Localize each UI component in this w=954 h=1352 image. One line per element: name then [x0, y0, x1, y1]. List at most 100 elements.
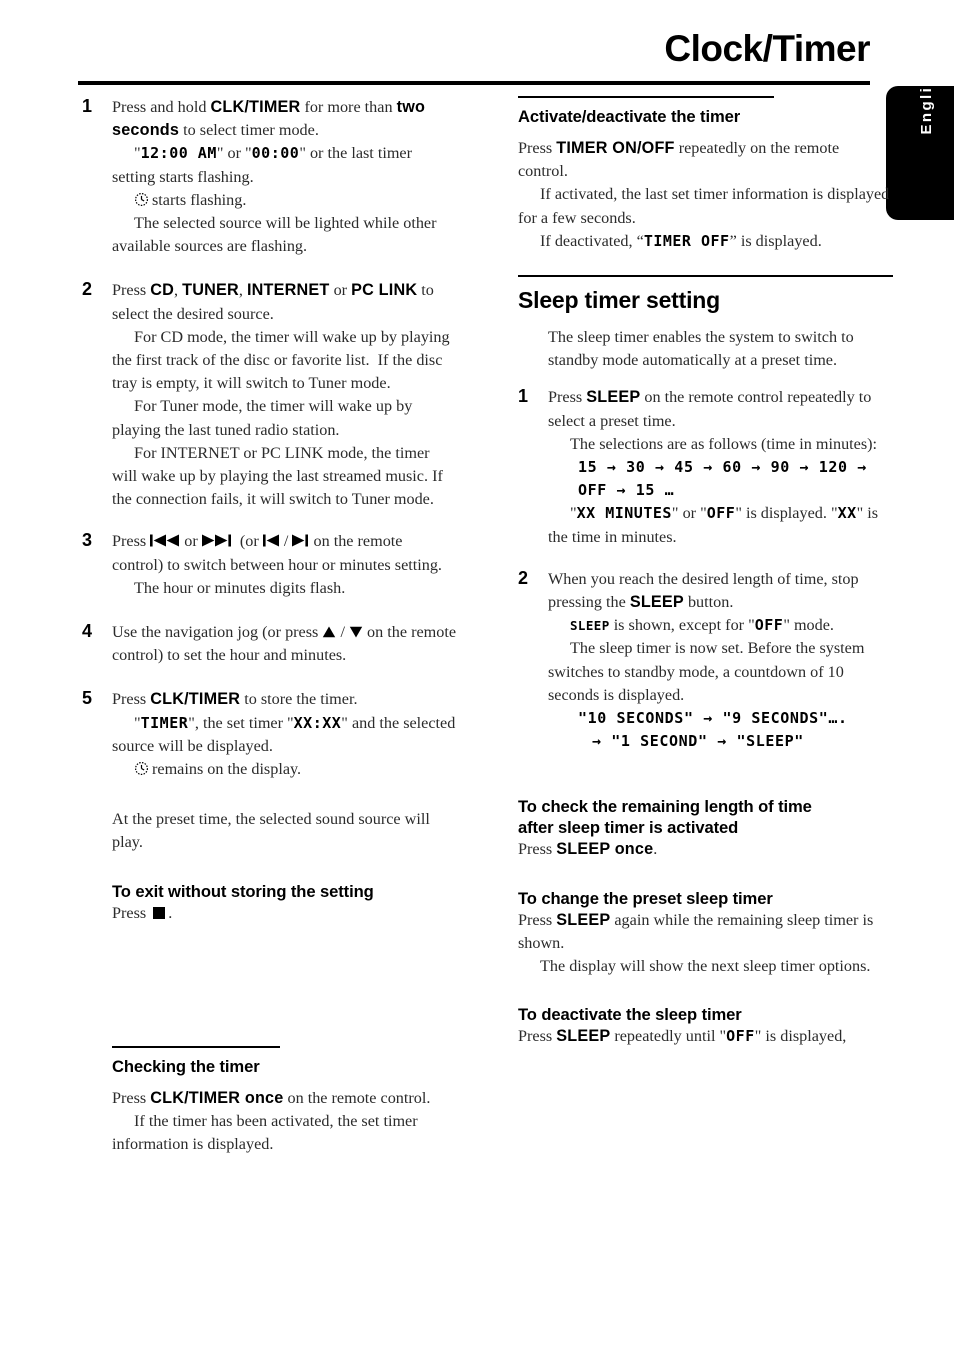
s2-mid: is shown, except for "	[609, 616, 755, 635]
sleep-step-2-lcd-1: "10 SECONDS" → "9 SECONDS"….	[578, 709, 848, 728]
language-tab-label: English	[917, 63, 935, 135]
cr-pre: Press	[518, 840, 557, 859]
check-remaining-section: To check the remaining length of time af…	[518, 796, 893, 861]
step-3: 3 Press or (or / on the remote control) …	[82, 530, 457, 600]
checking-the-timer-section: Checking the timer Press CLK/TIMER once …	[112, 1046, 472, 1157]
step-number: 2	[82, 279, 93, 300]
checking-line-1-bold: CLK/TIMER once	[150, 1089, 284, 1107]
deactivate-sleep-line-1: Press SLEEP repeatedly until "OFF" is di…	[518, 1025, 893, 1048]
ds-pre: Press	[518, 1027, 557, 1046]
step-2-line-4: For INTERNET or PC LINK mode, the timer …	[112, 443, 443, 509]
step-1-line-1: Press and hold CLK/TIMER for more than t…	[112, 98, 426, 140]
step-number: 5	[82, 688, 93, 709]
sleep-timer-section: Sleep timer setting The sleep timer enab…	[518, 275, 893, 753]
activate-deactivate-section: Activate/deactivate the timer Press TIME…	[518, 96, 893, 253]
ds-bold: SLEEP	[556, 1027, 611, 1046]
step-number: 4	[82, 621, 93, 642]
sleep-step-1-lcd-1: 15 → 30 → 45 → 60 → 90 → 120 →	[578, 458, 867, 477]
exit-press-suffix: .	[168, 903, 173, 922]
activate-line-3: If deactivated, “TIMER OFF” is displayed…	[518, 230, 893, 253]
s1-a: "	[570, 504, 577, 523]
step-number: 1	[518, 386, 529, 407]
sleep-timer-intro: The sleep timer enables the system to sw…	[548, 328, 854, 370]
exit-heading: To exit without storing the setting	[112, 881, 374, 901]
step-3-line-2: The hour or minutes digits flash.	[134, 578, 346, 597]
clock-icon	[134, 191, 149, 206]
change-preset-line-2: The display will show the next sleep tim…	[540, 957, 871, 976]
down-icon	[349, 626, 363, 638]
checking-line-2: If the timer has been activated, the set…	[112, 1112, 418, 1154]
sleep-step-1-line-3: "XX MINUTES" or "OFF" is displayed. "XX"…	[548, 502, 893, 548]
cr-bold: SLEEP once	[556, 840, 654, 859]
step-1-line-2: "12:00 AM" or "00:00" or the last timer …	[112, 144, 413, 186]
activate-line-1-pre: Press	[518, 139, 557, 157]
after-steps-note: At the preset time, the selected sound s…	[112, 810, 430, 852]
prev-icon	[262, 534, 280, 547]
next-track-icon	[201, 534, 232, 547]
s1-lcd2: OFF	[706, 504, 736, 523]
step-4: 4 Use the navigation jog (or press / on …	[82, 621, 457, 667]
sleep-step-1-lcd-2: OFF → 15 …	[578, 481, 675, 500]
step-number: 3	[82, 530, 93, 551]
step-number: 1	[82, 96, 93, 116]
deactivate-sleep-heading: To deactivate the sleep timer	[518, 1005, 742, 1025]
sleep-step-1-line-1: Press SLEEP on the remote control repeat…	[548, 386, 893, 432]
checking-line-1-post: on the remote control.	[283, 1089, 431, 1107]
header-divider	[78, 81, 870, 85]
exit-press-prefix: Press	[112, 903, 151, 922]
sleep-step-2-line-2: SLEEP is shown, except for "OFF" mode.	[548, 614, 893, 637]
sleep-step-2-lcd-2: → "1 SECOND" → "SLEEP"	[592, 732, 804, 751]
manual-page: Clock/Timer English 1 Press and hold CLK…	[0, 0, 954, 1352]
step-2: 2 Press CD, TUNER, INTERNET or PC LINK t…	[82, 279, 457, 511]
s1-b: " or "	[671, 504, 707, 523]
step-5: 5 Press CLK/TIMER to store the timer. "T…	[82, 688, 457, 781]
step-3-line-1: Press or (or / on the remote control) to…	[112, 532, 442, 574]
cp-pre: Press	[518, 910, 557, 929]
up-icon	[322, 626, 336, 638]
s1-lcd1: XX MINUTES	[576, 504, 672, 523]
activate-line-3-post: ” is displayed.	[729, 231, 822, 250]
step-1: 1 Press and hold CLK/TIMER for more than…	[82, 96, 457, 258]
step-4-line-1: Use the navigation jog (or press / on th…	[112, 623, 457, 665]
step-1-line-4: The selected source will be lighted whil…	[112, 214, 437, 256]
step-5-line-3: remains on the display.	[112, 758, 457, 781]
language-tab: English	[886, 64, 954, 220]
page-title: Clock/Timer	[664, 28, 870, 69]
activate-line-1-bold: TIMER ON/OFF	[556, 139, 675, 157]
step-2-line-1: Press CD, TUNER, INTERNET or PC LINK to …	[112, 281, 434, 323]
sleep-step-1-pre: Press	[548, 388, 587, 407]
ds-mid: repeatedly until "	[610, 1027, 727, 1046]
s2-lcd-off: OFF	[754, 616, 784, 635]
s2-post: " mode.	[783, 616, 834, 635]
sleep-step-1: 1 Press SLEEP on the remote control repe…	[518, 386, 893, 548]
change-preset-section: To change the preset sleep timer Press S…	[518, 888, 893, 979]
sleep-step-2: 2 When you reach the desired length of t…	[518, 568, 893, 754]
step-2-line-2: For CD mode, the timer will wake up by p…	[112, 327, 450, 393]
sleep-step-2-post: button.	[683, 593, 734, 612]
step-5-line-2: "TIMER", the set timer "XX:XX" and the s…	[112, 713, 456, 755]
step-number: 2	[518, 567, 529, 588]
sleep-step-1-bold: SLEEP	[586, 388, 641, 407]
prev-track-icon	[150, 534, 180, 547]
activate-line-3-lcd: TIMER OFF	[643, 231, 730, 250]
s1-c: " is displayed. "	[735, 504, 838, 523]
sleep-step-2-line-1: When you reach the desired length of tim…	[548, 568, 893, 614]
deactivate-sleep-section: To deactivate the sleep timer Press SLEE…	[518, 1004, 893, 1048]
check-remaining-heading-line-1: To check the remaining length of time	[518, 797, 812, 817]
step-5-line-1: Press CLK/TIMER to store the timer.	[112, 690, 358, 709]
left-column: 1 Press and hold CLK/TIMER for more than…	[82, 96, 457, 925]
cp-bold: SLEEP	[556, 910, 611, 929]
activate-line-1: Press TIMER ON/OFF repeatedly on the rem…	[518, 137, 893, 183]
checking-line-1: Press CLK/TIMER once on the remote contr…	[112, 1087, 472, 1110]
activate-heading: Activate/deactivate the timer	[518, 107, 741, 126]
check-remaining-line: Press SLEEP once.	[518, 838, 893, 861]
step-2-line-3: For Tuner mode, the timer will wake up b…	[112, 397, 413, 439]
sleep-timer-heading: Sleep timer setting	[518, 287, 720, 314]
stop-icon	[153, 906, 166, 919]
activate-line-2: If activated, the last set timer informa…	[518, 185, 890, 227]
checking-line-1-pre: Press	[112, 1089, 151, 1107]
cr-post: .	[653, 840, 658, 859]
s1-lcd3: XX	[837, 504, 857, 523]
check-remaining-heading-line-2: after sleep timer is activated	[518, 818, 739, 838]
sleep-step-2-bold: SLEEP	[629, 593, 684, 612]
